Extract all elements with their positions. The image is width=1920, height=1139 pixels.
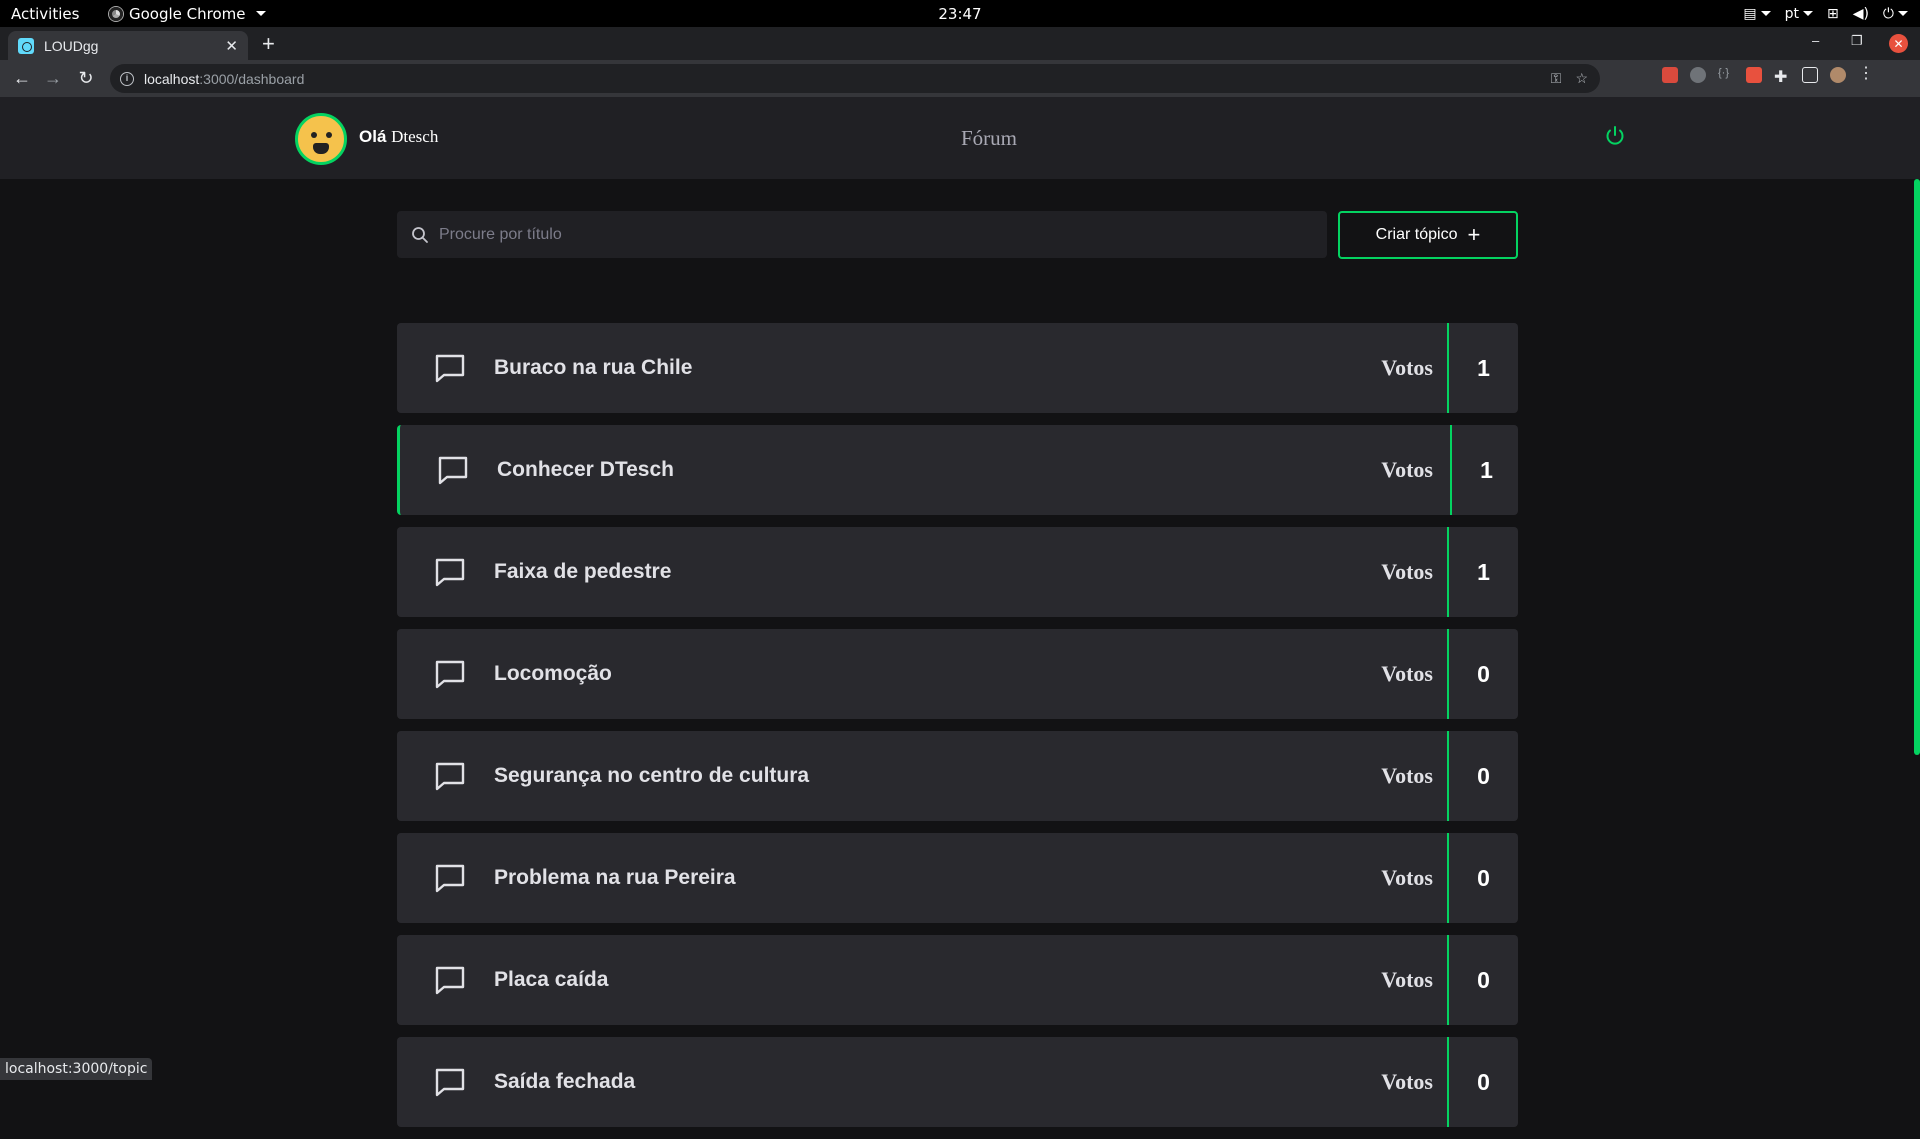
chrome-icon — [109, 6, 123, 21]
topic-card[interactable]: Buraco na rua Chile Votos 1 — [397, 323, 1518, 413]
tab-title: LOUDgg — [44, 37, 99, 54]
clock[interactable]: 23:47 — [0, 5, 1920, 23]
topic-title[interactable]: Saída fechada — [494, 1037, 635, 1127]
topic-title[interactable]: Segurança no centro de cultura — [494, 731, 809, 821]
back-arrow-icon[interactable]: ← — [12, 68, 32, 88]
tab-loudgg[interactable]: LOUDgg ✕ — [8, 31, 248, 60]
key-icon[interactable]: ⚿ — [1551, 70, 1562, 87]
votes-count: 0 — [1477, 1068, 1490, 1095]
topic-title[interactable]: Faixa de pedestre — [494, 527, 671, 617]
chat-bubble-icon — [435, 966, 465, 995]
bookmark-star-icon[interactable]: ☆ — [1575, 70, 1588, 87]
restore-icon[interactable]: ❐ — [1851, 33, 1863, 49]
url-host: localhost — [144, 70, 200, 87]
os-top-bar: Activities Google Chrome 23:47 ▤ pt ⊞ ◀)… — [0, 0, 1920, 27]
extensions-bar: {·} ✚ ⋮ — [1662, 66, 1874, 86]
topic-title[interactable]: Placa caída — [494, 935, 608, 1025]
extension-brackets-icon[interactable]: {·} — [1718, 67, 1734, 83]
votes-label: Votos — [1381, 763, 1433, 788]
topic-card[interactable]: Segurança no centro de cultura Votos 0 — [397, 731, 1518, 821]
close-tab-icon[interactable]: ✕ — [225, 37, 238, 55]
status-bar-url: localhost:3000/topic — [0, 1058, 153, 1080]
topic-card[interactable]: Faixa de pedestre Votos 1 — [397, 527, 1518, 617]
votes-count: 0 — [1477, 762, 1490, 789]
dashboard-main: Criar tópico + Buraco na rua Chile Votos 1… — [0, 179, 1920, 1127]
language-indicator[interactable]: pt — [1785, 6, 1813, 22]
votes-count: 0 — [1477, 864, 1490, 891]
extension-orange-icon[interactable] — [1746, 67, 1762, 83]
votes-label: Votos — [1381, 457, 1433, 482]
votes-label: Votos — [1381, 355, 1433, 380]
search-bar[interactable] — [397, 211, 1327, 258]
chat-bubble-icon — [438, 456, 468, 485]
votes-label: Votos — [1381, 1069, 1433, 1094]
chat-bubble-icon — [435, 1068, 465, 1097]
clipboard-icon[interactable]: ▤ — [1743, 6, 1771, 22]
create-topic-label: Criar tópico — [1375, 226, 1458, 243]
browser-toolbar: ← → ↻ i localhost:3000/dashboard ⚿ ☆ {·}… — [0, 60, 1920, 97]
kebab-menu-icon[interactable]: ⋮ — [1858, 66, 1874, 83]
app-menu[interactable]: Google Chrome — [109, 5, 266, 23]
topic-title[interactable]: Locomoção — [494, 629, 612, 719]
extension-red-icon[interactable] — [1662, 67, 1678, 83]
votes-label: Votos — [1381, 559, 1433, 584]
topic-title[interactable]: Problema na rua Pereira — [494, 833, 736, 923]
cast-icon[interactable] — [1802, 67, 1818, 83]
topic-card[interactable]: Conhecer DTesch Votos 1 — [397, 425, 1518, 515]
create-topic-button[interactable]: Criar tópico + — [1338, 211, 1518, 259]
reload-icon[interactable]: ↻ — [76, 68, 96, 88]
votes-count: 0 — [1477, 966, 1490, 993]
nav-forum-link[interactable]: Fórum — [0, 126, 1920, 151]
app-menu-label: Google Chrome — [129, 4, 246, 23]
minimize-icon[interactable]: – — [1812, 33, 1819, 48]
plus-icon: + — [1467, 222, 1481, 247]
votes-count: 1 — [1480, 456, 1493, 483]
logout-power-icon[interactable] — [1603, 124, 1627, 148]
topic-card[interactable]: Locomoção Votos 0 — [397, 629, 1518, 719]
chat-bubble-icon — [435, 558, 465, 587]
topic-list: Buraco na rua Chile Votos 1 Conhecer DTesch… — [397, 323, 1518, 1139]
tab-strip: LOUDgg ✕ + – ❐ — [0, 27, 1920, 60]
network-icon[interactable]: ⊞ — [1827, 6, 1839, 22]
react-favicon-icon — [18, 37, 34, 54]
topic-card[interactable]: Problema na rua Pereira Votos 0 — [397, 833, 1518, 923]
volume-icon[interactable]: ◀) — [1853, 6, 1869, 22]
chevron-down-icon — [255, 11, 266, 16]
profile-avatar[interactable] — [1830, 67, 1846, 83]
topic-title[interactable]: Conhecer DTesch — [497, 425, 674, 515]
app-header: Olá Dtesch Fórum — [0, 97, 1920, 179]
search-icon — [412, 226, 428, 243]
puzzle-icon[interactable]: ✚ — [1774, 67, 1790, 86]
votes-count: 1 — [1477, 354, 1490, 381]
power-menu-icon[interactable]: ⏻ — [1883, 6, 1908, 22]
chat-bubble-icon — [435, 660, 465, 689]
scrollbar[interactable] — [1914, 179, 1920, 755]
topic-card[interactable]: Placa caída Votos 0 — [397, 935, 1518, 1025]
window-close-button[interactable]: ✕ — [1889, 34, 1908, 53]
votes-label: Votos — [1381, 967, 1433, 992]
topic-title[interactable]: Buraco na rua Chile — [494, 323, 692, 413]
new-tab-button[interactable]: + — [262, 33, 275, 55]
address-bar[interactable]: i localhost:3000/dashboard ⚿ ☆ — [110, 64, 1600, 93]
topic-card[interactable]: Saída fechada Votos 0 — [397, 1037, 1518, 1127]
votes-label: Votos — [1381, 865, 1433, 890]
chat-bubble-icon — [435, 354, 465, 383]
extension-shield-icon[interactable] — [1690, 67, 1706, 83]
search-input[interactable] — [439, 225, 1319, 244]
votes-label: Votos — [1381, 661, 1433, 686]
votes-count: 0 — [1477, 660, 1490, 687]
chat-bubble-icon — [435, 864, 465, 893]
chat-bubble-icon — [435, 762, 465, 791]
url-path: :3000/dashboard — [199, 70, 305, 87]
votes-count: 1 — [1477, 558, 1490, 585]
forward-arrow-icon[interactable]: → — [43, 68, 63, 88]
activities-button[interactable]: Activities — [11, 5, 79, 23]
system-tray[interactable]: ▤ pt ⊞ ◀) ⏻ — [1743, 6, 1908, 22]
site-info-icon[interactable]: i — [120, 71, 134, 86]
